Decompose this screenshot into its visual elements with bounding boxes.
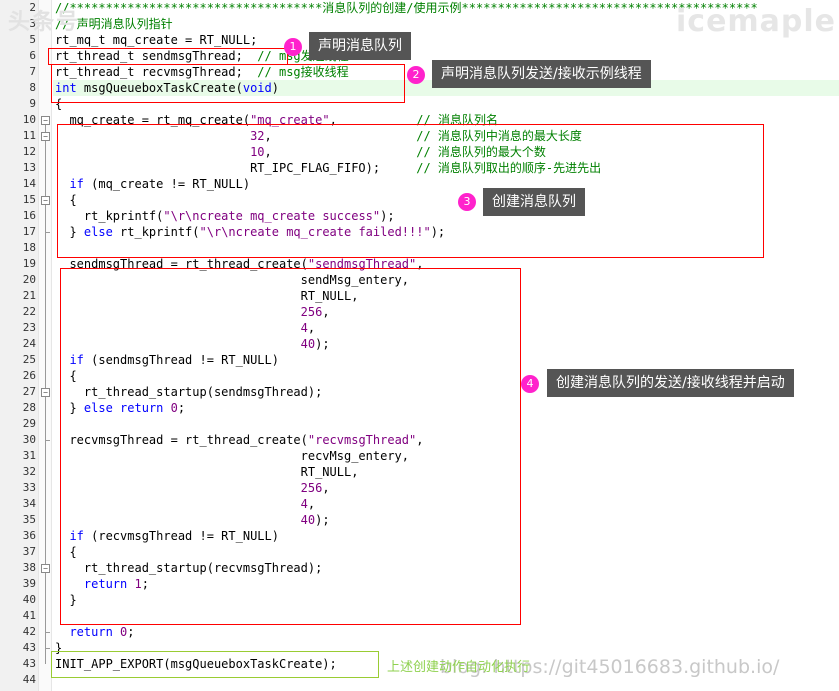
line-number: 26	[22, 369, 36, 382]
footer-note: 上述创建动作自动化执行	[387, 660, 531, 675]
fold-toggle-icon[interactable]: −	[41, 564, 50, 573]
line-number: 7	[29, 65, 36, 78]
line-number: 29	[22, 417, 36, 430]
line-number: 32	[22, 465, 36, 478]
line-number: 30	[22, 433, 36, 446]
highlight-box-4	[60, 268, 521, 625]
line-number: 6	[29, 49, 36, 62]
annotation-callout-3: 创建消息队列	[483, 188, 585, 216]
fold-toggle-icon[interactable]: −	[41, 116, 50, 125]
line-number: 21	[22, 289, 36, 302]
line-number: 17	[22, 225, 36, 238]
annotation-callout-2: 声明消息队列发送/接收示例线程	[432, 60, 651, 88]
line-number: 40	[22, 593, 36, 606]
annotation-callout-1: 声明消息队列	[309, 32, 411, 60]
annotation-badge-2: 2	[407, 66, 425, 84]
watermark-top-left: 头条号	[8, 10, 81, 35]
line-number: 20	[22, 273, 36, 286]
highlight-box-2	[51, 64, 405, 103]
line-number: 14	[22, 177, 36, 190]
line-number: 36	[22, 529, 36, 542]
fold-end-tick	[45, 232, 50, 233]
line-number: 33	[22, 481, 36, 494]
line-number: 44	[22, 673, 36, 686]
fold-toggle-icon[interactable]: −	[41, 132, 50, 141]
line-number: 41	[22, 609, 36, 622]
line-number: 35	[22, 513, 36, 526]
line-number: 24	[22, 337, 36, 350]
annotation-badge-3: 3	[458, 193, 476, 211]
line-number: 38	[22, 561, 36, 574]
line-number: 43	[22, 641, 36, 654]
fold-toggle-icon[interactable]: −	[41, 388, 50, 397]
fold-end-tick	[45, 440, 50, 441]
code-line[interactable]: return 0;	[55, 624, 134, 640]
line-number: 18	[22, 241, 36, 254]
annotation-callout-4: 创建消息队列的发送/接收线程并启动	[547, 369, 794, 397]
line-number: 37	[22, 545, 36, 558]
highlight-box-footer	[51, 651, 379, 678]
annotation-badge-4: 4	[521, 375, 539, 393]
highlight-box-1	[48, 48, 288, 65]
line-number: 34	[22, 497, 36, 510]
highlight-box-3	[57, 124, 764, 258]
line-number: 19	[22, 257, 36, 270]
line-number: 9	[29, 97, 36, 110]
fold-end-tick	[45, 632, 50, 633]
fold-toggle-icon[interactable]: −	[41, 196, 50, 205]
fold-end-tick	[45, 648, 50, 649]
line-number: 8	[29, 81, 36, 94]
line-number: 28	[22, 401, 36, 414]
line-number: 11	[22, 129, 36, 142]
line-number: 12	[22, 145, 36, 158]
line-number: 16	[22, 209, 36, 222]
code-line[interactable]: rt_mq_t mq_create = RT_NULL;	[55, 32, 257, 48]
line-number: 22	[22, 305, 36, 318]
line-number: 23	[22, 321, 36, 334]
code-line[interactable]: //***********************************消息队…	[55, 0, 758, 16]
line-number: 10	[22, 113, 36, 126]
line-number: 39	[22, 577, 36, 590]
watermark-top-right: icemaple	[676, 4, 837, 39]
line-number: 43	[22, 657, 36, 670]
line-number: 15	[22, 193, 36, 206]
line-number: 25	[22, 353, 36, 366]
line-number: 13	[22, 161, 36, 174]
line-number-gutter: 2 3 5 6 7 8 9 10 11 12 13 14 15 16 17 18 19 20 21 22 23 24 25 2…	[0, 0, 38, 691]
line-number: 31	[22, 449, 36, 462]
line-number: 42	[22, 625, 36, 638]
annotation-badge-1: 1	[284, 38, 302, 56]
line-number: 27	[22, 385, 36, 398]
